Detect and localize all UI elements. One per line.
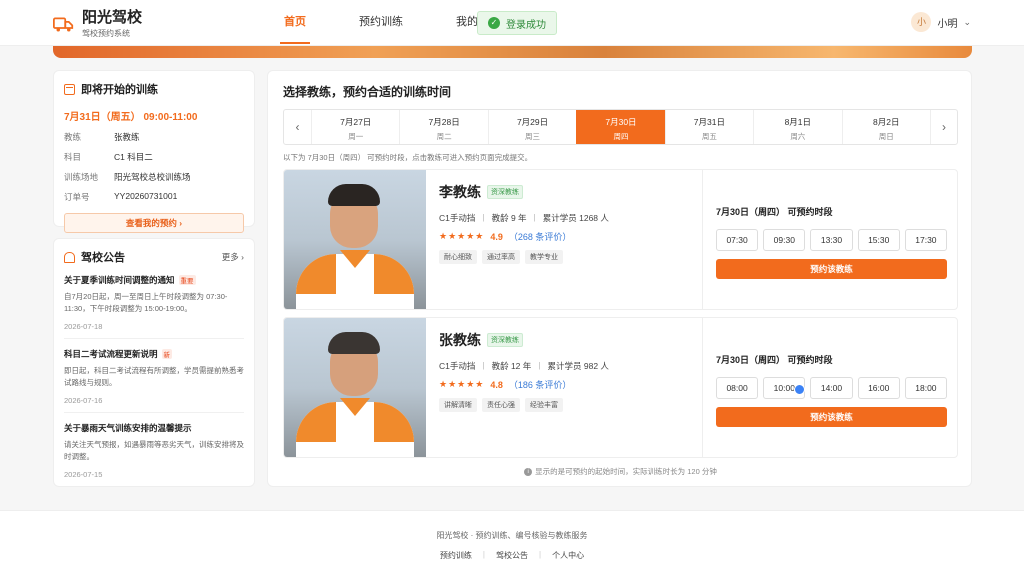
- senior-badge: 资深教练: [487, 333, 523, 347]
- chevron-left-icon: ‹: [295, 120, 300, 134]
- duration-note: i 显示的是可预约的起始时间，实际训练时长为 120 分钟: [268, 466, 973, 477]
- user-menu[interactable]: 小 小明 ⌄: [911, 12, 971, 32]
- star-rating-icon: ★★★★★: [439, 231, 485, 241]
- card-title: 即将开始的训练: [81, 84, 158, 96]
- page-footer: 阳光驾校 · 预约训练、编号核验与教练服务 预约训练 | 驾校公告 | 个人中心: [0, 510, 1024, 576]
- calendar-icon: [64, 83, 75, 95]
- date-tab[interactable]: 7月31日 周五: [664, 110, 753, 144]
- star-rating-icon: ★★★★★: [439, 379, 485, 389]
- footer-link-profile[interactable]: 个人中心: [541, 550, 595, 561]
- time-slot-button[interactable]: 09:30: [763, 229, 806, 251]
- time-slot-button[interactable]: 18:00: [904, 377, 948, 399]
- top-header: 阳光驾校 驾校预约系统 首页 预约训练 我的预约 ✓ 登录成功 小 小明 ⌄: [0, 0, 1024, 46]
- footer-link-notice[interactable]: 驾校公告: [485, 550, 539, 561]
- date-hint: 以下为 7月30日（周四） 可预约时段，点击教练可进入预约页面完成提交。: [283, 153, 533, 162]
- notice-card: 驾校公告 更多 › 关于夏季训练时间调整的通知 重要 自7月20日起，周一至周日上…: [53, 238, 255, 487]
- detail-row: 订单号 YY20260731001: [64, 191, 178, 202]
- coach-name[interactable]: 张教练: [439, 330, 481, 350]
- detail-row: 科目 C1 科目二: [64, 152, 153, 162]
- truck-icon: [53, 17, 74, 31]
- time-slot-button[interactable]: 07:30: [716, 229, 759, 251]
- info-icon: i: [524, 468, 533, 477]
- coach-photo[interactable]: [284, 318, 426, 457]
- detail-row: 教练 张教练: [64, 132, 140, 142]
- detail-row: 训练场地 阳光驾校总校训练场: [64, 172, 191, 182]
- login-success-toast: ✓ 登录成功: [477, 11, 557, 35]
- chevron-right-icon: ›: [179, 218, 183, 228]
- coach-photo[interactable]: [284, 170, 426, 309]
- date-tab[interactable]: 7月28日 周二: [399, 110, 487, 144]
- coach-name[interactable]: 李教练: [439, 182, 481, 202]
- logo[interactable]: 阳光驾校 驾校预约系统: [53, 9, 142, 39]
- coach-selection-panel: 选择教练，预约合适的训练时间 ‹ 7月27日 周一 7月28日 周二 7月29日 周三…: [267, 70, 972, 487]
- upcoming-training-card: 即将开始的训练 7月31日（周五） 09:00-11:00 教练 张教练 科目 C1…: [53, 70, 255, 233]
- mouse-cursor-indicator: [794, 384, 805, 395]
- date-tab[interactable]: 7月27日 周一: [311, 110, 399, 144]
- chevron-right-icon: ›: [241, 252, 244, 262]
- notice-item[interactable]: 关于暴雨天气训练安排的温馨提示 请关注天气预报，如遇暴雨等恶劣天气，训练安排将及…: [64, 413, 244, 486]
- date-tab[interactable]: 8月2日 周日: [841, 110, 930, 144]
- chevron-down-icon: ⌄: [963, 16, 971, 27]
- page-title: 选择教练，预约合适的训练时间: [283, 85, 452, 99]
- time-slot-button[interactable]: 08:00: [716, 377, 759, 399]
- card-title: 驾校公告: [81, 252, 125, 264]
- important-badge: 重要: [178, 275, 196, 285]
- time-slots: 7月30日（周四） 可预约时段 07:30 09:30 13:30 15:30 …: [702, 170, 957, 309]
- time-slot-button[interactable]: 16:00: [857, 377, 900, 399]
- more-link[interactable]: 更多 ›: [222, 251, 244, 263]
- prev-week-button[interactable]: ‹: [284, 110, 311, 144]
- nav-book-training[interactable]: 预约训练: [355, 0, 407, 44]
- logo-title: 阳光驾校: [82, 9, 143, 26]
- notice-item[interactable]: 科目二考试流程更新说明新 即日起，科目二考试流程有所调整，学员需提前熟悉考试路线…: [64, 339, 244, 413]
- chevron-right-icon: ›: [941, 120, 946, 134]
- toast-text: 登录成功: [506, 19, 546, 31]
- time-slot-button[interactable]: 13:30: [810, 229, 853, 251]
- avatar: 小: [911, 12, 932, 32]
- notice-item[interactable]: 关于夏季训练时间调整的通知 重要 自7月20日起，周一至周日上午时段调整为 07:…: [64, 265, 244, 339]
- date-tab-selected[interactable]: 7月30日 周四: [576, 110, 665, 144]
- footer-text: 阳光驾校 · 预约训练、编号核验与教练服务: [436, 531, 588, 540]
- footer-link-book[interactable]: 预约训练: [429, 550, 483, 561]
- hero-banner: [53, 46, 972, 58]
- check-icon: ✓: [488, 17, 500, 29]
- upcoming-time: 7月31日（周五） 09:00-11:00: [64, 112, 198, 123]
- date-picker-strip: ‹ 7月27日 周一 7月28日 周二 7月29日 周三 7月30日 周四 7月31日周…: [283, 109, 958, 145]
- date-tab[interactable]: 7月29日 周三: [487, 110, 576, 144]
- logo-subtitle: 驾校预约系统: [82, 29, 130, 38]
- time-slot-button[interactable]: 15:30: [857, 229, 900, 251]
- view-my-bookings-button[interactable]: 查看我的预约 ›: [64, 213, 244, 233]
- reviews-link[interactable]: （186 条评价）: [509, 378, 572, 391]
- coach-card: 张教练 资深教练 C1手动挡 | 教龄 12 年 | 累计学员 982 人 ★★★★★ 4.…: [283, 317, 958, 458]
- time-slot-button[interactable]: 14:00: [810, 377, 853, 399]
- user-name: 小明: [937, 18, 958, 30]
- date-tab[interactable]: 8月1日 周六: [753, 110, 841, 144]
- book-coach-button[interactable]: 预约该教练: [716, 259, 947, 279]
- senior-badge: 资深教练: [487, 185, 523, 199]
- reviews-link[interactable]: （268 条评价）: [509, 230, 572, 243]
- nav-home[interactable]: 首页: [280, 0, 310, 44]
- time-slot-button[interactable]: 17:30: [904, 229, 948, 251]
- new-badge: 新: [161, 349, 173, 359]
- time-slots: 7月30日（周四） 可预约时段 08:00 10:00 14:00 16:00 …: [702, 318, 957, 457]
- next-week-button[interactable]: ›: [929, 110, 957, 144]
- coach-card: 李教练 资深教练 C1手动挡 | 教龄 9 年 | 累计学员 1268 人 ★★★★★ 4.…: [283, 169, 958, 310]
- book-coach-button[interactable]: 预约该教练: [716, 407, 947, 427]
- bell-icon: [64, 251, 75, 263]
